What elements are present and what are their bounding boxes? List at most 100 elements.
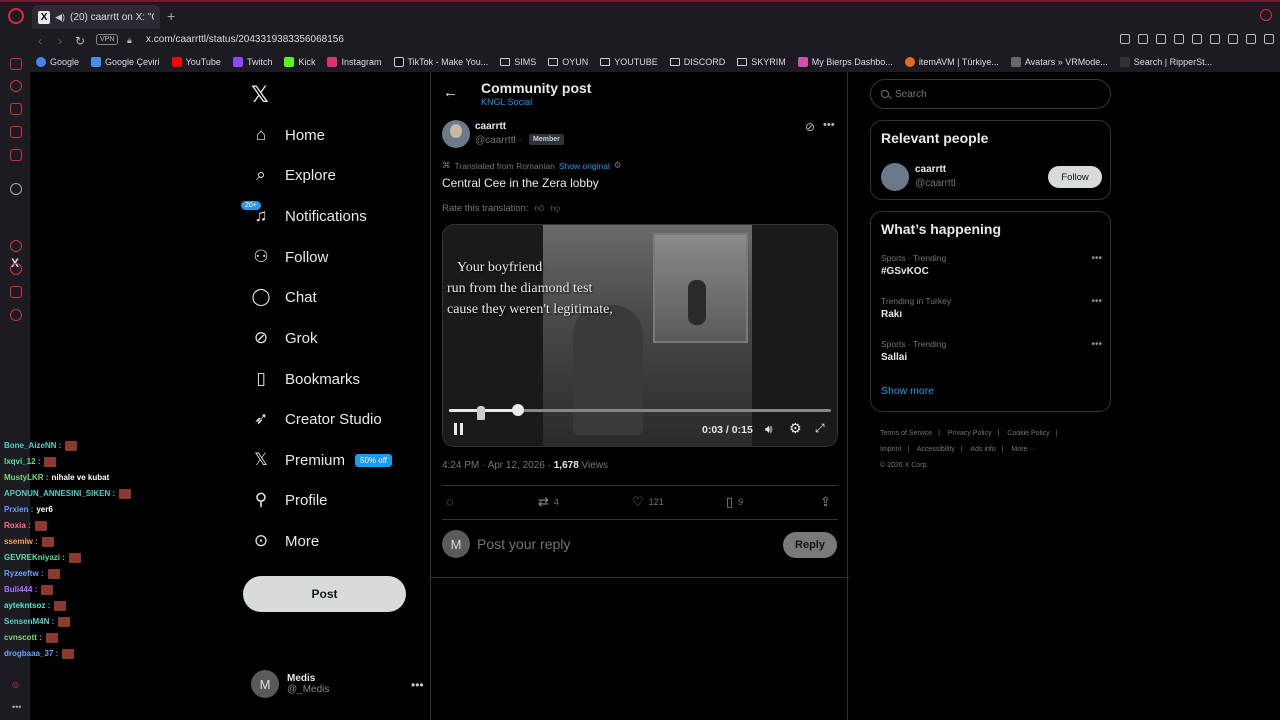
reply-button[interactable]: Reply (783, 532, 837, 558)
nav-explore[interactable]: ⌕ Explore (251, 160, 336, 190)
nav-more[interactable]: ⊙ More (251, 526, 319, 556)
lock-icon[interactable]: 🔒︎ (127, 35, 132, 46)
menu-icon[interactable] (1264, 34, 1274, 44)
chat-username[interactable]: Bone_AizeNN : (4, 438, 61, 454)
more-dots-icon[interactable]: ••• (411, 678, 424, 692)
volume-icon[interactable]: 🔊︎ (765, 422, 773, 437)
bookmark-youtube[interactable]: YouTube (171, 57, 221, 67)
privacy-link[interactable]: Privacy Policy (948, 430, 992, 437)
search-input[interactable]: Search (870, 79, 1111, 109)
bookmark-google[interactable]: Google (36, 57, 79, 67)
more-dots-icon[interactable]: ••• (823, 119, 835, 131)
player-icon[interactable] (10, 126, 22, 138)
bookmark-action[interactable]: ▯ 9 (726, 494, 743, 510)
reload-icon[interactable]: ↻ (75, 34, 85, 48)
reply-input[interactable]: Post your reply (477, 536, 570, 552)
nav-profile[interactable]: ⚲ Profile (251, 485, 328, 515)
aria-icon[interactable] (10, 58, 22, 70)
vpn-badge[interactable]: VPN (96, 34, 119, 45)
messenger-icon[interactable] (10, 149, 22, 161)
play-icon[interactable] (1192, 34, 1202, 44)
chat-username[interactable]: ssemiw : (4, 534, 38, 550)
bookmark-page-icon[interactable] (1174, 34, 1184, 44)
author-name[interactable]: caarrtt (475, 121, 506, 132)
chat-username[interactable]: Roxia : (4, 518, 31, 534)
bookmark-folder-oyun[interactable]: OYUN (548, 57, 588, 67)
nav-home[interactable]: ⌂ Home (251, 120, 325, 150)
trend-item[interactable]: Sports · Trending Sallai ••• (881, 339, 1102, 363)
x-logo-icon[interactable]: 𝕏 (251, 82, 269, 108)
show-original-link[interactable]: Show original (559, 161, 610, 171)
fullscreen-icon[interactable]: ⤢ (815, 421, 825, 436)
settings-icon[interactable]: ⚙ (614, 160, 622, 171)
bookmark-instagram[interactable]: Instagram (327, 57, 382, 67)
nav-creator-studio[interactable]: ➶ Creator Studio (251, 404, 382, 434)
terms-link[interactable]: Terms of Service (880, 430, 932, 437)
extensions-sidebar-icon[interactable] (10, 286, 22, 298)
chat-username[interactable]: drogbaaa_37 : (4, 646, 58, 662)
community-link[interactable]: KNGL Social (481, 97, 532, 107)
more-link[interactable]: More ··· (1011, 446, 1036, 453)
bookmark-ripperstore[interactable]: Search | RipperSt... (1119, 57, 1212, 67)
thumbs-down-icon[interactable]: 👎︎ (551, 202, 561, 214)
more-dots-icon[interactable]: ••• (12, 702, 21, 712)
settings-sidebar-icon[interactable] (10, 309, 22, 321)
chat-username[interactable]: MustyLKR : (4, 470, 48, 486)
download-icon[interactable] (1246, 34, 1256, 44)
nav-premium[interactable]: 𝕏 Premium 50% off (251, 445, 392, 475)
bookmark-folder-youtube[interactable]: YOUTUBE (600, 57, 658, 67)
chat-username[interactable]: aytekntsoz : (4, 598, 50, 614)
extensions-icon[interactable] (1228, 34, 1238, 44)
show-more-link[interactable]: Show more (881, 385, 934, 397)
bookmark-folder-skyrim[interactable]: SKYRIM (737, 57, 786, 67)
opera-logo-icon[interactable] (8, 8, 24, 24)
pause-icon[interactable] (453, 423, 465, 435)
more-dots-icon[interactable]: ••• (1091, 296, 1102, 307)
grok-icon[interactable]: ⊘ (805, 120, 815, 134)
nav-grok[interactable]: ⊘ Grok (251, 323, 318, 353)
gear-icon[interactable]: ⚙ (789, 420, 802, 437)
imprint-link[interactable]: Imprint (880, 446, 901, 453)
accessibility-link[interactable]: Accessibility (917, 446, 955, 453)
post-button[interactable]: Post (243, 576, 406, 612)
bookmark-folder-discord[interactable]: DISCORD (669, 57, 725, 67)
nav-bookmarks[interactable]: ▯ Bookmarks (251, 364, 360, 394)
chat-username[interactable]: Ryzeeftw : (4, 566, 44, 582)
chat-username[interactable]: Buli444 : (4, 582, 37, 598)
chatgpt-icon[interactable] (10, 183, 22, 195)
bookmark-vrmodels[interactable]: Avatars » VRMode... (1010, 57, 1108, 67)
video-scrubber-handle[interactable] (511, 404, 524, 416)
nav-chat[interactable]: ◯ Chat (251, 282, 316, 312)
forward-icon[interactable]: › (58, 34, 62, 48)
bookmark-tiktok[interactable]: TikTok - Make You... (393, 57, 488, 67)
chat-username[interactable]: Prxien : (4, 502, 33, 518)
like-action[interactable]: ♡ 121 (632, 494, 664, 510)
adblock-icon[interactable] (1156, 34, 1166, 44)
follow-button[interactable]: Follow (1048, 166, 1102, 188)
url-field[interactable]: x.com/caarrttl/status/204331938335606815… (146, 34, 344, 45)
video-player[interactable]: Your boyfriend run from the diamond test… (442, 224, 838, 447)
chat-username[interactable]: GEVREKniyazi : (4, 550, 65, 566)
reply-action[interactable]: ◌ (446, 494, 454, 509)
history-icon[interactable] (10, 80, 22, 92)
author-handle[interactable]: @caarrttl · (475, 135, 522, 146)
bookmark-folder-sims[interactable]: SIMS (500, 57, 536, 67)
ads-info-link[interactable]: Ads info (970, 446, 995, 453)
more-dots-icon[interactable]: ••• (1091, 339, 1102, 350)
snapshot-icon[interactable] (1138, 34, 1148, 44)
back-arrow-icon[interactable]: ← (443, 84, 458, 101)
thumbs-up-icon[interactable]: 👍︎ (535, 202, 545, 214)
browser-tab[interactable]: X ◀) (20) caarrtt on X: "Cen (32, 5, 160, 29)
bookmark-google-ceviri[interactable]: Google Çeviri (91, 57, 160, 67)
chat-username[interactable]: cvnscott : (4, 630, 42, 646)
chat-username[interactable]: lxqvi_12 : (4, 454, 40, 470)
heart-icon[interactable] (1210, 34, 1220, 44)
clock-icon[interactable] (10, 263, 22, 275)
speaker-icon[interactable]: ◀) (55, 12, 65, 23)
account-switcher[interactable]: M Medis @_Medis ••• (251, 670, 424, 698)
bookmark-twitch[interactable]: Twitch (232, 57, 272, 67)
bookmark-itemavm[interactable]: itemAVM | Türkiye... (904, 57, 999, 67)
play-sidebar-icon[interactable] (10, 240, 22, 252)
avatar[interactable] (881, 163, 909, 191)
back-icon[interactable]: ‹ (38, 34, 42, 48)
